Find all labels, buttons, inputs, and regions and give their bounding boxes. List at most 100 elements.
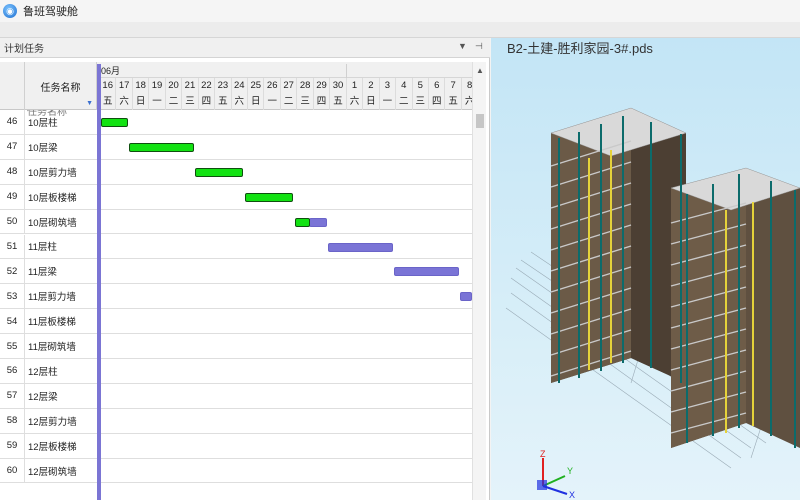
row-index: 50	[0, 209, 25, 234]
weekday-cell: 五	[445, 94, 462, 110]
day-number-cell: 18	[133, 78, 150, 94]
panel-title: 计划任务	[4, 44, 44, 55]
day-number-cell: 19	[149, 78, 166, 94]
task-name: 12层剪力墙	[28, 416, 77, 428]
scroll-up-icon[interactable]: ▲	[473, 66, 487, 75]
row-index: 56	[0, 359, 25, 383]
table-row[interactable]: 56 12层柱	[0, 359, 472, 384]
table-row[interactable]: 55 11层砌筑墙	[0, 334, 472, 359]
row-index: 47	[0, 134, 25, 159]
actual-progress-bar[interactable]	[101, 118, 128, 127]
gantt-header: 任务名称 ▼ 06月 16 17 18 19 20 21 22 23 24 25 26 27 28 29 3…	[0, 62, 479, 110]
day-number-cell: 1	[347, 78, 364, 94]
table-row[interactable]: 49 10层板楼梯	[0, 184, 472, 210]
table-row[interactable]: 51 11层柱	[0, 234, 472, 260]
weekday-row: 五六日一二三四五六日一二三四五六日一二三四五六	[100, 94, 479, 110]
day-number-cell: 5	[413, 78, 429, 94]
weekday-cell: 六	[116, 94, 133, 110]
table-row[interactable]: 50 10层砌筑墙	[0, 209, 472, 235]
planned-task-bar[interactable]	[309, 217, 327, 227]
task-name: 10层砌筑墙	[28, 217, 77, 229]
month-label: 06月	[101, 66, 121, 76]
day-number-cell: 25	[248, 78, 265, 94]
row-index: 55	[0, 334, 25, 358]
weekday-cell: 三	[413, 94, 429, 110]
row-index: 46	[0, 110, 25, 134]
task-name: 12层梁	[28, 391, 58, 403]
panel-header: 计划任务 ▼ ⊣	[0, 38, 490, 58]
weekday-cell: 二	[396, 94, 413, 110]
panel-dropdown-icon[interactable]: ▼	[458, 41, 467, 51]
planned-task-bar[interactable]	[328, 242, 393, 252]
weekday-cell: 日	[133, 94, 150, 110]
model-viewport[interactable]: B2-土建-胜利家园-3#.pds Z Y X	[491, 38, 800, 500]
panel-pin-icon[interactable]: ⊣	[475, 41, 483, 52]
day-number-cell: 23	[215, 78, 232, 94]
weekday-cell: 三	[182, 94, 199, 110]
toolbar-strip	[0, 22, 800, 38]
table-row[interactable]: 53 11层剪力墙	[0, 284, 472, 310]
task-name-column-header[interactable]: 任务名称 ▼	[25, 62, 97, 110]
actual-progress-bar[interactable]	[129, 142, 194, 152]
actual-progress-bar[interactable]	[245, 192, 293, 202]
actual-progress-bar[interactable]	[295, 217, 310, 227]
axis-gizmo: Z Y X	[537, 449, 575, 500]
day-number-cell: 2	[363, 78, 380, 94]
table-row[interactable]: 46 10层柱	[0, 110, 472, 135]
table-row[interactable]: 54 11层板楼梯	[0, 309, 472, 335]
task-name: 11层剪力墙	[28, 292, 76, 304]
table-row[interactable]: 59 12层板楼梯	[0, 433, 472, 459]
app-logo-icon: ◉	[3, 4, 17, 18]
task-name: 11层板楼梯	[28, 317, 76, 329]
table-row[interactable]: 47 10层梁	[0, 134, 472, 160]
axis-z-label: Z	[540, 449, 546, 459]
row-index: 53	[0, 284, 25, 309]
weekday-cell: 五	[100, 94, 117, 110]
day-number-cell: 17	[116, 78, 133, 94]
weekday-cell: 六	[347, 94, 364, 110]
weekday-cell: 四	[199, 94, 216, 110]
building-model-view[interactable]	[491, 38, 800, 500]
row-index: 51	[0, 234, 25, 259]
weekday-cell: 四	[429, 94, 446, 110]
index-column-header	[0, 62, 25, 110]
day-number-cell: 22	[199, 78, 216, 94]
actual-progress-bar[interactable]	[195, 167, 243, 177]
day-number-cell: 3	[380, 78, 397, 94]
vertical-scrollbar[interactable]: ▲	[472, 62, 486, 500]
window-title: 鲁班驾驶舱	[23, 6, 78, 18]
day-number-row: 16 17 18 19 20 21 22 23 24 25 26 27 28 29 30 1 2 3 4 5 6 7 8	[100, 78, 479, 94]
table-row[interactable]: 57 12层梁	[0, 383, 472, 409]
table-row[interactable]: 58 12层剪力墙	[0, 408, 472, 434]
row-index: 52	[0, 259, 25, 284]
axis-y-label: Y	[567, 466, 573, 476]
weekday-cell: 一	[149, 94, 166, 110]
sort-down-icon[interactable]: ▼	[86, 100, 93, 107]
weekday-cell: 六	[232, 94, 249, 110]
planned-task-bar[interactable]	[460, 292, 472, 302]
task-name: 12层柱	[28, 366, 58, 378]
row-index: 58	[0, 408, 25, 433]
weekday-cell: 二	[166, 94, 183, 110]
scrollbar-thumb[interactable]	[476, 114, 484, 128]
day-number-cell: 16	[100, 78, 117, 94]
table-row[interactable]: 60 12层砌筑墙	[0, 458, 472, 484]
row-index: 49	[0, 184, 25, 209]
plan-task-panel: 计划任务 ▼ ⊣ 任务名称 ▼ 06月 16 17 18 19 20 21 22 23 24 25…	[0, 38, 490, 500]
task-name: 11层砌筑墙	[28, 342, 76, 354]
window-titlebar: ◉ 鲁班驾驶舱	[0, 0, 800, 22]
weekday-cell: 一	[265, 94, 281, 110]
weekday-cell: 四	[314, 94, 331, 110]
planned-task-bar[interactable]	[394, 267, 459, 277]
weekday-cell: 五	[330, 94, 347, 110]
task-name-header-label: 任务名称	[40, 82, 81, 94]
month-separator	[346, 64, 347, 78]
task-rows: 46 10层柱 47 10层梁 48 10层剪力墙 49 10层板楼梯 50 10层砌筑墙 51 11…	[0, 110, 472, 500]
weekday-cell: 三	[297, 94, 314, 110]
day-number-cell: 24	[232, 78, 249, 94]
task-name: 12层板楼梯	[28, 441, 77, 453]
row-index: 60	[0, 458, 25, 483]
building-wing-right	[671, 168, 800, 448]
day-number-cell: 20	[166, 78, 183, 94]
day-number-cell: 4	[396, 78, 413, 94]
